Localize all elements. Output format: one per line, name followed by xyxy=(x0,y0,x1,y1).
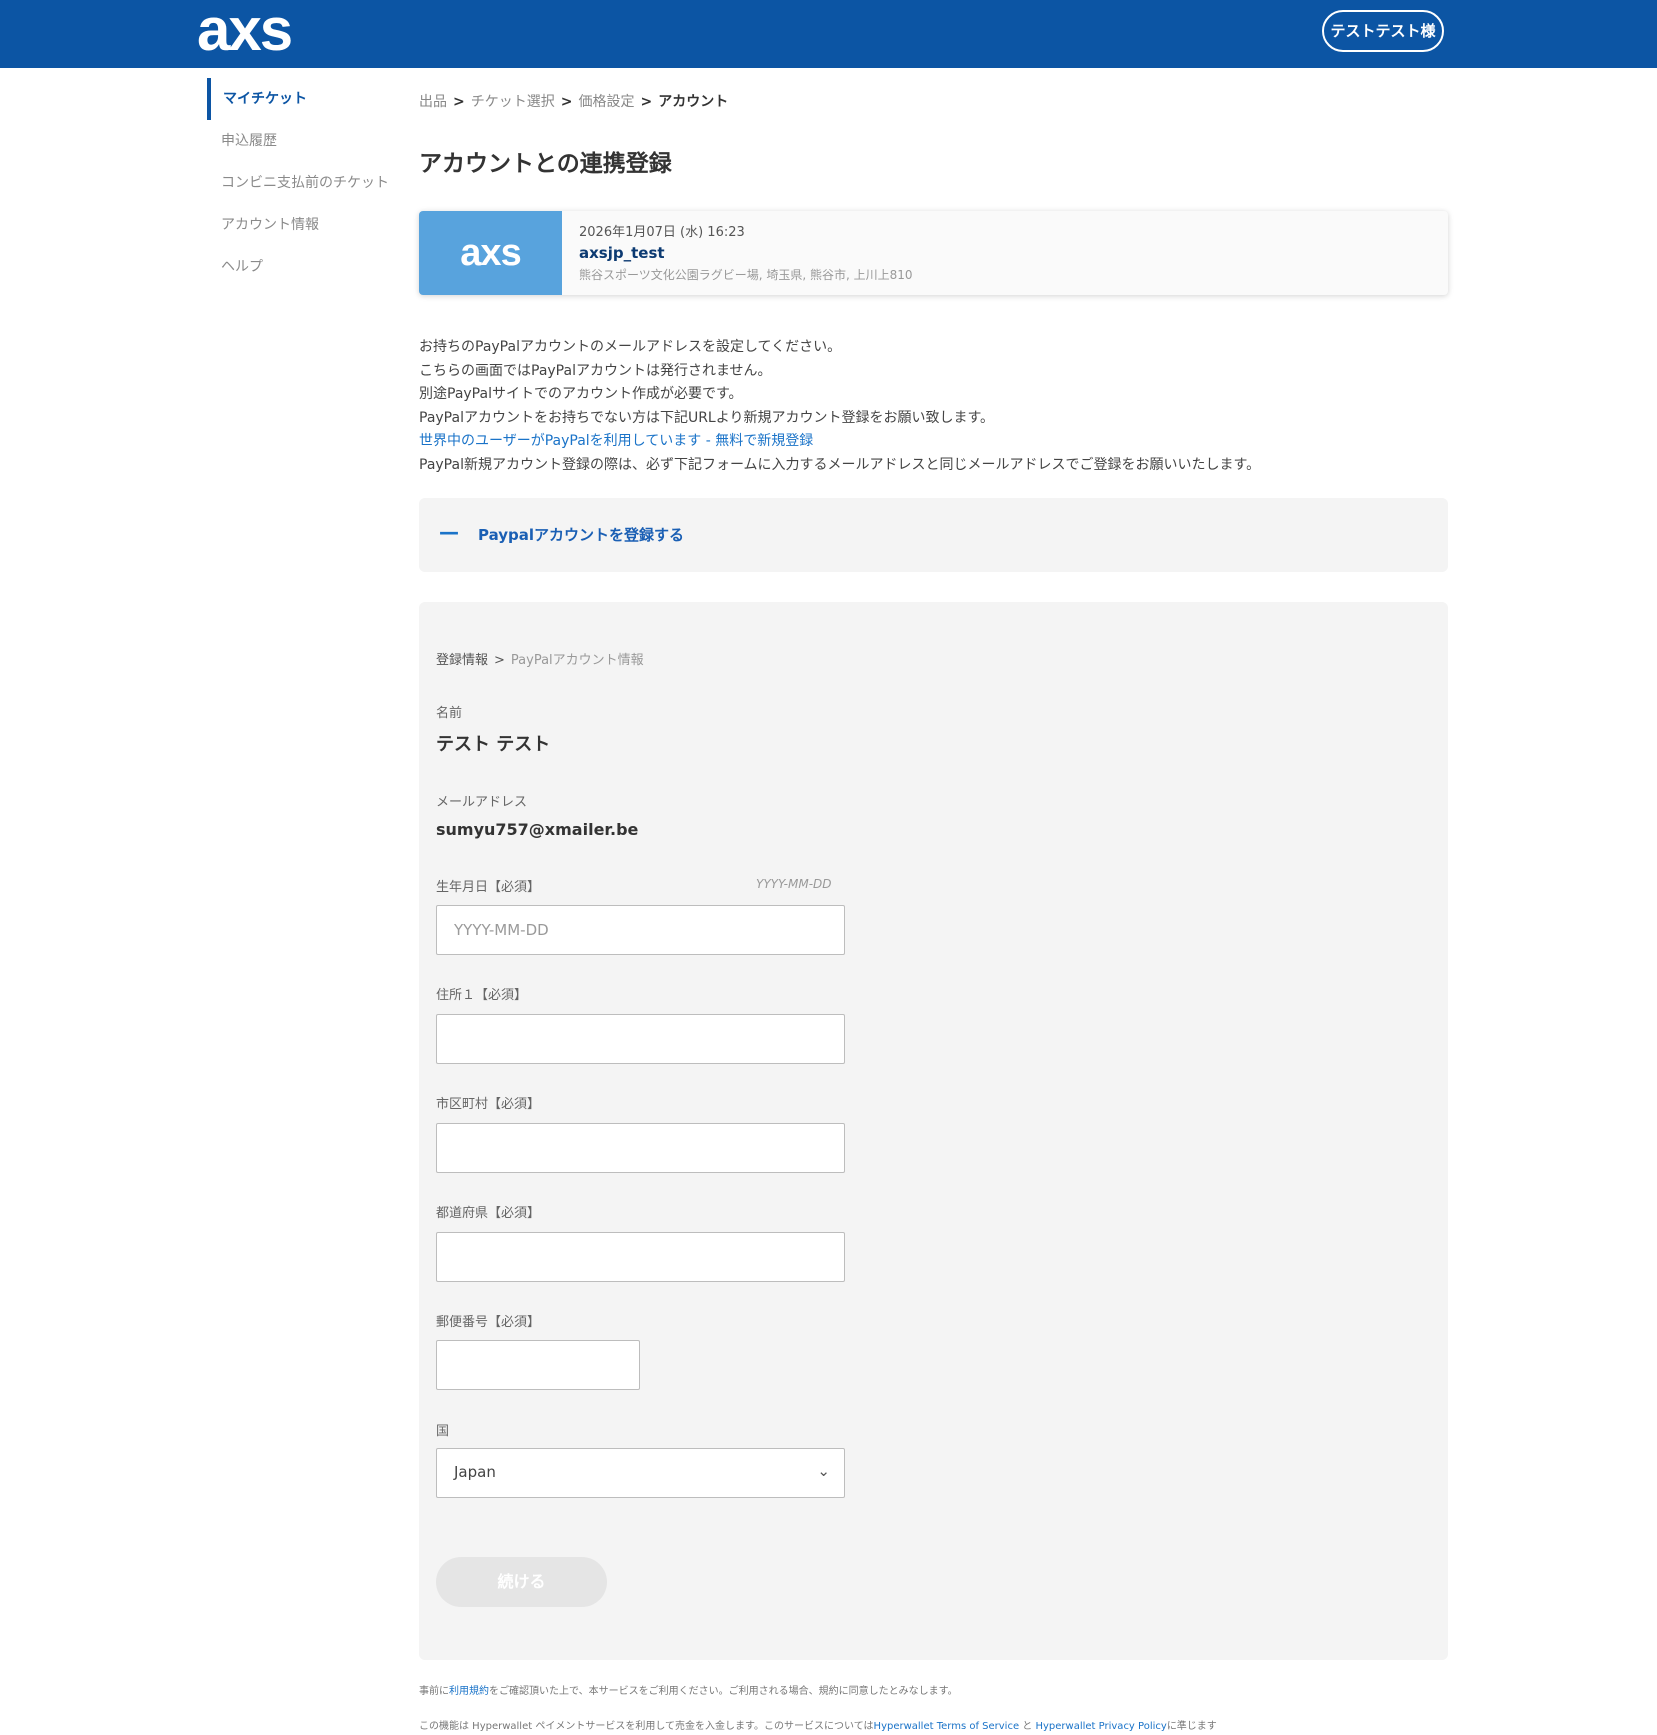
postal-code-label: 郵便番号【必須】 xyxy=(436,1315,541,1330)
continue-button[interactable]: 続ける xyxy=(436,1557,607,1607)
footer-hyperwallet-note: この機能は Hyperwallet ペイメントサービスを利用して売金を入金します… xyxy=(419,1717,1217,1732)
terms-link[interactable]: 利用規約 xyxy=(449,1686,489,1697)
footer-text: をご確認頂いた上で、本サービスをご利用ください。ご利用される場合、規約に同意した… xyxy=(489,1686,958,1697)
event-thumbnail: axs xyxy=(419,211,562,295)
paypal-signup-link[interactable]: 世界中のユーザーがPayPalを利用しています - 無料で新規登録 xyxy=(419,430,1449,454)
event-card: axs 2026年1月07日 (水) 16:23 axsjp_test 熊谷スポ… xyxy=(419,211,1448,295)
page-title: アカウントとの連携登録 xyxy=(419,151,672,177)
footer-text: に準じます xyxy=(1166,1721,1217,1732)
prefecture-label: 都道府県【必須】 xyxy=(436,1206,541,1221)
breadcrumb-item-price[interactable]: 価格設定 xyxy=(578,94,634,110)
accordion-label[interactable]: Paypalアカウントを登録する xyxy=(478,524,684,545)
user-menu-button[interactable]: テストテスト様 xyxy=(1322,10,1444,52)
city-input[interactable] xyxy=(436,1123,845,1173)
address1-input[interactable] xyxy=(436,1014,845,1064)
breadcrumb-item-ticket-select[interactable]: チケット選択 xyxy=(471,94,555,110)
breadcrumb-separator: > xyxy=(453,94,465,110)
paypal-register-accordion[interactable]: — Paypalアカウントを登録する xyxy=(419,498,1448,572)
footer-text: と xyxy=(1019,1721,1036,1732)
top-header: axs テストテスト様 xyxy=(0,0,1657,68)
form-breadcrumb: 登録情報 > PayPalアカウント情報 xyxy=(436,649,644,668)
paypal-form-panel: 登録情報 > PayPalアカウント情報 名前 テスト テスト メールアドレス su… xyxy=(419,602,1448,1660)
intro-text: お持ちのPayPalアカウントのメールアドレスを設定してください。 こちらの画面… xyxy=(419,336,1449,477)
sidebar-item-account-info[interactable]: アカウント情報 xyxy=(207,204,397,246)
intro-line: PayPalアカウントをお持ちでない方は下記URLより新規アカウント登録をお願い… xyxy=(419,409,995,426)
sidebar-item-history[interactable]: 申込履歴 xyxy=(207,120,397,162)
dob-input[interactable] xyxy=(436,905,845,955)
city-label: 市区町村【必須】 xyxy=(436,1097,541,1112)
main-content: 出品 > チケット選択 > 価格設定 > アカウント アカウントとの連携登録 axs 202… xyxy=(419,92,1449,1732)
hyperwallet-privacy-link[interactable]: Hyperwallet Privacy Policy xyxy=(1035,1721,1166,1732)
sidebar-item-convenience-tickets[interactable]: コンビニ支払前のチケット xyxy=(207,162,397,204)
name-value: テスト テスト xyxy=(436,734,551,755)
dob-format-hint: YYYY-MM-DD xyxy=(756,877,832,891)
breadcrumb-current: アカウント xyxy=(658,94,729,110)
footer-text: 事前に xyxy=(419,1686,449,1697)
country-select[interactable]: Japan ⌄ xyxy=(436,1448,845,1498)
form-breadcrumb-current: PayPalアカウント情報 xyxy=(510,653,644,668)
email-value: sumyu757@xmailer.be xyxy=(436,820,639,839)
form-breadcrumb-separator: > xyxy=(494,653,505,668)
dob-label: 生年月日【必須】 xyxy=(436,880,541,895)
event-date: 2026年1月07日 (水) 16:23 xyxy=(579,225,745,240)
axs-logo[interactable]: axs xyxy=(197,0,293,64)
address1-label: 住所１【必須】 xyxy=(436,988,528,1003)
intro-line: こちらの画面ではPayPalアカウントは発行されません。 xyxy=(419,362,772,379)
sidebar-item-my-tickets[interactable]: マイチケット xyxy=(207,78,397,120)
sidebar-nav: マイチケット 申込履歴 コンビニ支払前のチケット アカウント情報 ヘルプ xyxy=(207,78,397,288)
breadcrumb: 出品 > チケット選択 > 価格設定 > アカウント xyxy=(419,92,1449,112)
footer-text: この機能は Hyperwallet ペイメントサービスを利用して売金を入金します… xyxy=(419,1721,874,1732)
breadcrumb-item-listing[interactable]: 出品 xyxy=(419,94,447,110)
breadcrumb-separator: > xyxy=(560,94,573,110)
event-name: axsjp_test xyxy=(579,244,665,262)
intro-line: 別途PayPalサイトでのアカウント作成が必要です。 xyxy=(419,386,743,402)
breadcrumb-separator: > xyxy=(640,94,653,110)
event-venue: 熊谷スポーツ文化公園ラグビー場, 埼玉県, 熊谷市, 上川上810 xyxy=(579,268,913,282)
sidebar-item-help[interactable]: ヘルプ xyxy=(207,246,397,288)
country-selected-value: Japan xyxy=(454,1463,496,1481)
prefecture-input[interactable] xyxy=(436,1232,845,1282)
hyperwallet-terms-link[interactable]: Hyperwallet Terms of Service xyxy=(874,1721,1020,1732)
footer-terms-note: 事前に利用規約をご確認頂いた上で、本サービスをご利用ください。ご利用される場合、… xyxy=(419,1682,958,1697)
form-breadcrumb-item[interactable]: 登録情報 xyxy=(436,653,488,668)
email-label: メールアドレス xyxy=(436,795,528,810)
postal-code-input[interactable] xyxy=(436,1340,640,1390)
minus-icon[interactable]: — xyxy=(439,522,459,542)
chevron-down-icon: ⌄ xyxy=(817,1462,830,1480)
intro-line: お持ちのPayPalアカウントのメールアドレスを設定してください。 xyxy=(419,339,842,355)
name-label: 名前 xyxy=(436,706,463,721)
country-label: 国 xyxy=(436,1424,450,1439)
event-info: 2026年1月07日 (水) 16:23 axsjp_test 熊谷スポーツ文化… xyxy=(579,221,913,283)
intro-line: PayPal新規アカウント登録の際は、必ず下記フォームに入力するメールアドレスと… xyxy=(419,456,1261,473)
